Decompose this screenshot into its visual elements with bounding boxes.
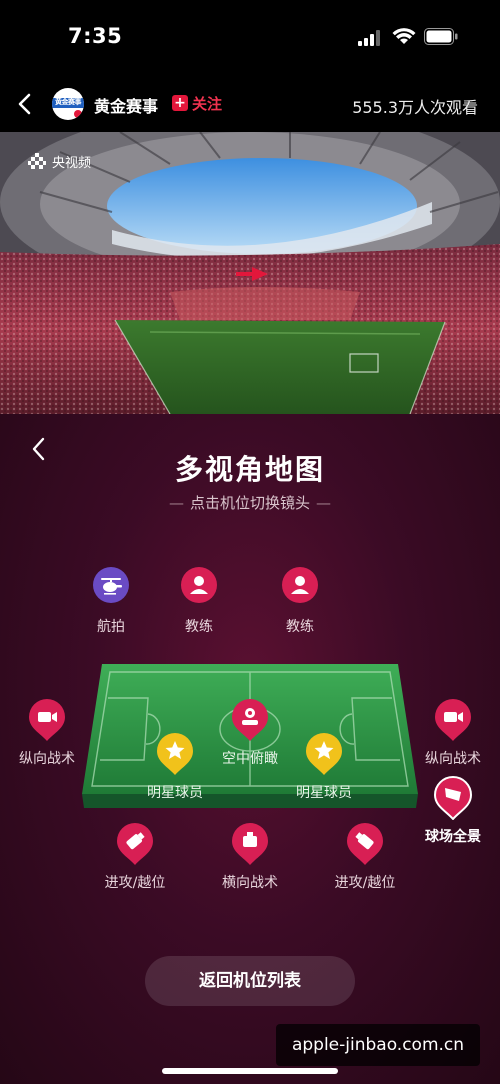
- return-camera-list-button[interactable]: 返回机位列表: [145, 956, 355, 1006]
- helicopter-icon: [93, 567, 129, 603]
- wifi-icon: [392, 28, 416, 44]
- camera-label: 教练: [185, 619, 213, 635]
- drone-icon: [232, 699, 268, 741]
- camera-coach-right[interactable]: 教练: [250, 566, 350, 636]
- flag-icon: [433, 775, 473, 821]
- panel-title: 多视角地图: [174, 453, 325, 486]
- live-video-player[interactable]: 央视频: [0, 132, 500, 414]
- multi-view-panel: 多视角地图 — 点击机位切换镜头 — 航拍 教练 教练 纵向战术 空中俯瞰 纵向…: [0, 414, 500, 1084]
- camera-label: 纵向战术: [425, 751, 481, 767]
- camera-aerial[interactable]: 航拍: [61, 566, 161, 636]
- live-dot-icon: [74, 110, 82, 118]
- camera-star-player-left[interactable]: 明星球员: [125, 732, 225, 802]
- broadcaster-logo: 央视频: [28, 152, 91, 171]
- person-icon: [282, 567, 318, 603]
- camera-label: 纵向战术: [19, 751, 75, 767]
- camera-label: 进攻/越位: [334, 875, 396, 891]
- camera-stadium-panorama[interactable]: 球场全景: [403, 775, 500, 846]
- broadcaster-logo-icon: [28, 152, 46, 169]
- panel-subtitle-text: 点击机位切换镜头: [189, 494, 310, 512]
- stadium-video-frame: [0, 132, 500, 414]
- camera-attack-offside-right[interactable]: 进攻/越位: [315, 822, 415, 892]
- camera-label: 教练: [286, 619, 314, 635]
- camera-label: 明星球员: [296, 785, 352, 801]
- person-icon: [181, 567, 217, 603]
- video-camera-icon: [29, 699, 65, 741]
- camera-label: 横向战术: [222, 875, 278, 891]
- status-time: 7:35: [68, 24, 123, 48]
- camera-star-player-right[interactable]: 明星球员: [274, 732, 374, 802]
- camera-horizontal-tactics[interactable]: 横向战术: [200, 822, 300, 892]
- camera-icon: [232, 823, 268, 865]
- camera-label: 明星球员: [147, 785, 203, 801]
- star-icon: [306, 733, 342, 775]
- watermark: apple-jinbao.com.cn: [276, 1024, 480, 1066]
- broadcaster-logo-text: 央视频: [52, 156, 92, 171]
- follow-label: 关注: [192, 94, 223, 113]
- camera-label: 球场全景: [425, 829, 481, 845]
- battery-icon: [424, 28, 458, 45]
- camera-label: 航拍: [97, 619, 125, 635]
- cellular-signal-icon: [358, 30, 380, 46]
- plus-icon: +: [172, 95, 188, 111]
- view-count: 555.3万人次观看: [352, 98, 478, 117]
- camera-icon: [117, 823, 153, 865]
- avatar-text: 黄金赛事: [55, 98, 82, 106]
- status-bar: 7:35: [0, 0, 500, 76]
- camera-icon: [347, 823, 383, 865]
- home-indicator[interactable]: [162, 1068, 338, 1074]
- back-arrow-icon[interactable]: [14, 92, 36, 116]
- live-header: 黄金赛事 黄金赛事 + 关注 555.3万人次观看: [0, 76, 500, 132]
- follow-button[interactable]: + 关注: [172, 93, 222, 113]
- camera-label: 进攻/越位: [104, 875, 166, 891]
- camera-coach-left[interactable]: 教练: [149, 566, 249, 636]
- channel-avatar[interactable]: 黄金赛事: [52, 88, 84, 120]
- video-camera-icon: [435, 699, 471, 741]
- camera-vertical-tactics-left[interactable]: 纵向战术: [0, 698, 97, 768]
- star-icon: [157, 733, 193, 775]
- channel-name[interactable]: 黄金赛事: [94, 93, 158, 117]
- camera-attack-offside-left[interactable]: 进攻/越位: [85, 822, 185, 892]
- camera-vertical-tactics-right[interactable]: 纵向战术: [403, 698, 500, 768]
- panel-subtitle: — 点击机位切换镜头 —: [168, 494, 331, 512]
